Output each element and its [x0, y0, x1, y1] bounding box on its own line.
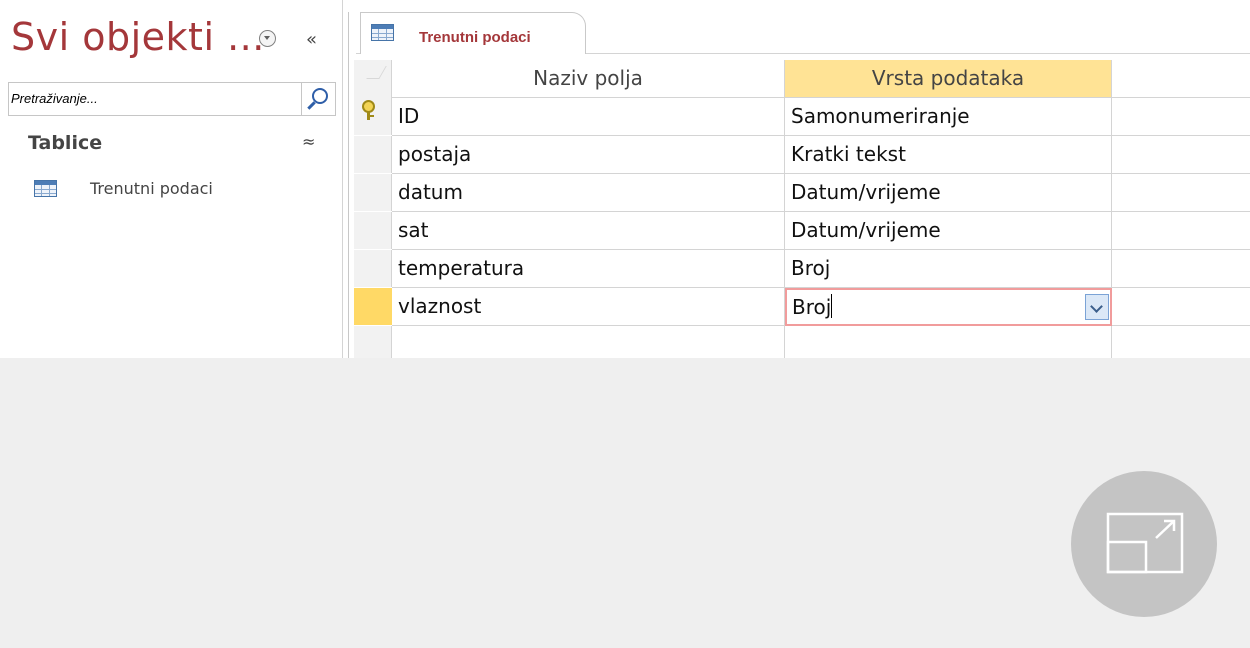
field-name-cell[interactable]: postaja: [392, 136, 785, 174]
pane-splitter[interactable]: [348, 12, 349, 358]
row-selector[interactable]: [354, 174, 392, 212]
description-cell[interactable]: [1112, 250, 1250, 288]
primary-key-icon: [362, 100, 375, 120]
table-row[interactable]: sat Datum/vrijeme: [354, 212, 1250, 250]
table-row[interactable]: datum Datum/vrijeme: [354, 174, 1250, 212]
table-row[interactable]: temperatura Broj: [354, 250, 1250, 288]
select-all-corner[interactable]: [366, 66, 387, 79]
access-window: Svi objekti ... « Pretraživanje... Tabli…: [0, 0, 1250, 364]
nav-menu-dropdown-icon[interactable]: [259, 30, 276, 47]
data-type-value: Broj: [792, 295, 832, 319]
column-header-description: [1112, 60, 1250, 98]
expand-icon: [1106, 512, 1184, 574]
nav-item-table[interactable]: Trenutni podaci: [34, 176, 324, 202]
field-name-cell[interactable]: ID: [392, 98, 785, 136]
search-button[interactable]: [301, 83, 335, 115]
search-icon: [312, 88, 328, 104]
row-selector[interactable]: [354, 212, 392, 250]
column-header-data-type: Vrsta podataka: [785, 60, 1112, 98]
description-cell[interactable]: [1112, 98, 1250, 136]
data-type-cell[interactable]: Kratki tekst: [785, 136, 1112, 174]
description-cell[interactable]: [1112, 212, 1250, 250]
row-selector[interactable]: [354, 136, 392, 174]
collapse-pane-icon[interactable]: «: [306, 31, 317, 49]
field-name-cell[interactable]: datum: [392, 174, 785, 212]
data-type-cell[interactable]: Broj: [785, 250, 1112, 288]
text-caret: [831, 294, 833, 318]
search-input[interactable]: Pretraživanje...: [11, 91, 98, 106]
nav-pane-title[interactable]: Svi objekti ...: [11, 18, 265, 56]
nav-item-label: Trenutni podaci: [90, 179, 213, 198]
table-row[interactable]: postaja Kratki tekst: [354, 136, 1250, 174]
description-cell[interactable]: [1112, 136, 1250, 174]
field-name-cell[interactable]: temperatura: [392, 250, 785, 288]
expand-button[interactable]: [1071, 471, 1217, 617]
navigation-pane: Svi objekti ... « Pretraživanje... Tabli…: [0, 0, 343, 358]
background-area: [0, 358, 1250, 648]
tab-table-design[interactable]: Trenutni podaci: [360, 12, 586, 54]
data-type-cell[interactable]: Datum/vrijeme: [785, 174, 1112, 212]
document-tab-strip: Trenutni podaci: [356, 12, 1250, 54]
column-header-field-name: Naziv polja: [392, 60, 785, 98]
table-icon: [371, 24, 394, 41]
table-icon: [34, 180, 57, 197]
table-design-grid: Naziv polja Vrsta podataka ID Samonumeri…: [354, 60, 1250, 364]
row-selector[interactable]: [354, 250, 392, 288]
description-cell[interactable]: [1112, 288, 1250, 326]
description-cell[interactable]: [1112, 174, 1250, 212]
data-type-cell[interactable]: Datum/vrijeme: [785, 212, 1112, 250]
field-name-cell[interactable]: vlaznost: [392, 288, 785, 326]
nav-group-header[interactable]: Tablice: [28, 132, 102, 154]
table-row[interactable]: ID Samonumeriranje: [354, 98, 1250, 136]
table-row-active[interactable]: vlaznost Broj: [354, 288, 1250, 326]
nav-search-box[interactable]: Pretraživanje...: [8, 82, 336, 116]
field-name-cell[interactable]: sat: [392, 212, 785, 250]
data-type-cell[interactable]: Samonumeriranje: [785, 98, 1112, 136]
row-selector-current[interactable]: [354, 288, 392, 326]
tab-label: Trenutni podaci: [419, 29, 531, 46]
row-selector[interactable]: [354, 98, 392, 136]
chevron-down-icon[interactable]: [1085, 294, 1109, 320]
collapse-group-icon[interactable]: ≈: [302, 134, 315, 150]
data-type-combobox[interactable]: Broj: [785, 288, 1112, 326]
